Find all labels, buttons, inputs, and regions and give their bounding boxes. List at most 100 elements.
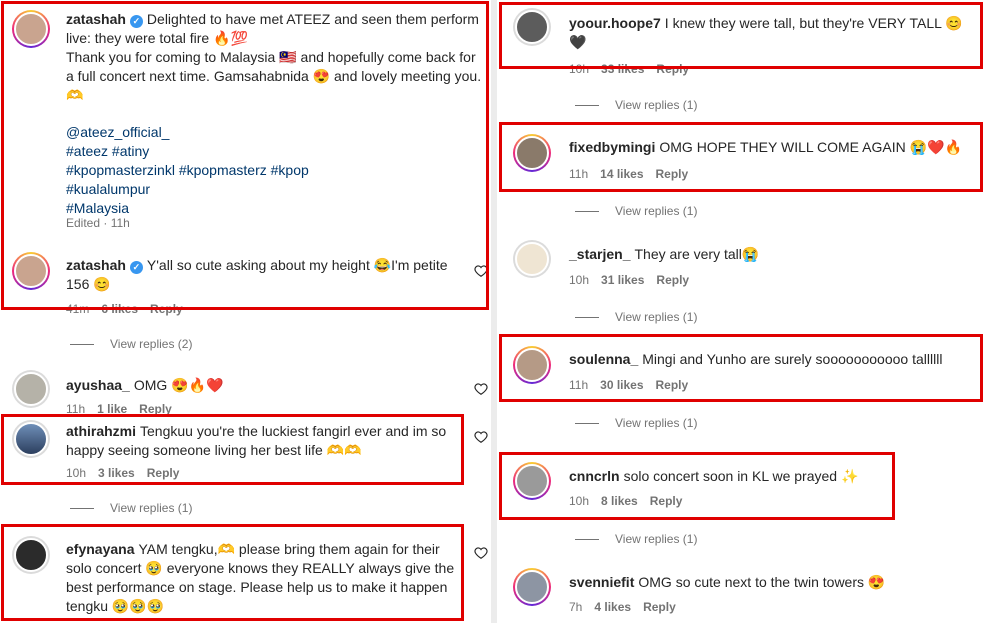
divider-line — [575, 423, 599, 425]
divider-line — [575, 105, 599, 107]
comment-meta: 41m 6 likes Reply — [66, 302, 195, 316]
verified-badge-icon: ✓ — [129, 261, 143, 274]
comment-svenniefit: svenniefit OMG so cute next to the twin t… — [497, 560, 1000, 623]
view-replies-label: View replies (1) — [615, 532, 698, 546]
comment-athirahzmi: athirahzmi Tengkuu you're the luckiest fa… — [0, 416, 491, 486]
comment-text-line: Delighted to have met ATEEZ and seen the… — [146, 11, 479, 27]
username[interactable]: zatashah — [66, 11, 126, 27]
view-replies-button[interactable]: View replies (1) — [575, 310, 697, 324]
comment-ayushaa: ayushaa_ OMG 😍🔥❤️ 11h 1 like Reply — [0, 364, 491, 416]
comment-text-line: tengku 🥹🥹🥹 — [66, 598, 165, 614]
view-replies-button[interactable]: View replies (1) — [575, 416, 697, 430]
view-replies-button[interactable]: View replies (2) — [70, 337, 192, 351]
username[interactable]: yoour.hoope7 — [569, 15, 661, 31]
comment-meta: 11h 14 likes Reply — [569, 167, 700, 181]
likes-count[interactable]: 31 likes — [601, 273, 644, 287]
comment-meta: 10h 31 likes Reply — [569, 273, 701, 287]
comment-zatashah-reply: zatashah ✓ Y'all so cute asking about my h… — [0, 246, 491, 316]
likes-count[interactable]: 1 like — [97, 402, 127, 416]
avatar[interactable] — [513, 134, 551, 172]
comment-body: zatashah ✓ Delighted to have met ATEEZ and… — [66, 10, 486, 218]
comment-text-line: happy seeing someone living her best lif… — [66, 442, 362, 458]
view-replies-button[interactable]: View replies (1) — [575, 98, 697, 112]
reply-button[interactable]: Reply — [147, 466, 180, 480]
avatar[interactable] — [12, 252, 50, 290]
comment-cnncrln: cnncrln solo concert soon in KL we prayed… — [497, 454, 1000, 518]
comment-yoour-hoope7: yoour.hoope7 I knew they were tall, but t… — [497, 0, 1000, 76]
comment-time: 41m — [66, 302, 90, 316]
like-heart-icon[interactable] — [474, 264, 488, 278]
avatar[interactable] — [12, 420, 50, 458]
like-heart-icon[interactable] — [474, 382, 488, 396]
username[interactable]: cnncrln — [569, 468, 620, 484]
comment-text-line: Tengkuu you're the luckiest fangirl ever… — [140, 423, 447, 439]
comment-time: 11h — [569, 378, 589, 392]
avatar[interactable] — [513, 8, 551, 46]
reply-button[interactable]: Reply — [643, 600, 676, 614]
reply-button[interactable]: Reply — [650, 494, 683, 508]
like-heart-icon[interactable] — [474, 546, 488, 560]
view-replies-button[interactable]: View replies (1) — [70, 501, 192, 515]
reply-button[interactable]: Reply — [656, 273, 689, 287]
comment-text-line: best performance on stage. Please help u… — [66, 579, 448, 595]
comment-text: solo concert soon in KL we prayed ✨ — [623, 468, 859, 484]
comment-meta: 10h 33 likes Reply — [569, 62, 701, 76]
likes-count[interactable]: 8 likes — [601, 494, 638, 508]
username[interactable]: svenniefit — [569, 574, 634, 590]
reply-button[interactable]: Reply — [656, 378, 689, 392]
reply-button[interactable]: Reply — [656, 62, 689, 76]
avatar[interactable] — [513, 240, 551, 278]
divider-line — [575, 317, 599, 319]
comment-text-line: Thank you for coming to Malaysia 🇲🇾 and … — [66, 49, 476, 65]
username[interactable]: athirahzmi — [66, 423, 136, 439]
view-replies-label: View replies (1) — [110, 501, 193, 515]
avatar[interactable] — [513, 568, 551, 606]
avatar[interactable] — [513, 462, 551, 500]
username[interactable]: ayushaa_ — [66, 377, 130, 393]
comment-efynayana: efynayana YAM tengku,🫶 please bring them … — [0, 528, 491, 623]
likes-count[interactable]: 30 likes — [600, 378, 643, 392]
comment-text-line: a full concert next time. Gamsahabnida 😍… — [66, 68, 482, 84]
comment-time: 10h — [66, 466, 87, 480]
view-replies-label: View replies (1) — [615, 98, 698, 112]
avatar[interactable] — [12, 536, 50, 574]
username[interactable]: efynayana — [66, 541, 134, 557]
divider-line — [70, 344, 94, 346]
username[interactable]: _starjen_ — [569, 246, 630, 262]
avatar[interactable] — [12, 370, 50, 408]
comment-soulenna: soulenna_ Mingi and Yunho are surely sooo… — [497, 336, 1000, 402]
hashtag-link[interactable]: #ateez #atiny — [66, 142, 486, 161]
likes-count[interactable]: 3 likes — [98, 466, 135, 480]
comment-body: yoour.hoope7 I knew they were tall, but t… — [569, 14, 989, 52]
comment-body: zatashah ✓ Y'all so cute asking about my h… — [66, 256, 466, 294]
comment-body: svenniefit OMG so cute next to the twin t… — [569, 573, 885, 592]
view-replies-button[interactable]: View replies (1) — [575, 204, 697, 218]
comment-meta: 11h 30 likes Reply — [569, 378, 700, 392]
reply-button[interactable]: Reply — [656, 167, 689, 181]
comment-meta: 7h 4 likes Reply — [569, 600, 688, 614]
username[interactable]: zatashah — [66, 257, 126, 273]
comment-time: 11h — [569, 167, 589, 181]
reply-button[interactable]: Reply — [150, 302, 183, 316]
reply-button[interactable]: Reply — [139, 402, 172, 416]
likes-count[interactable]: 4 likes — [594, 600, 631, 614]
like-heart-icon[interactable] — [474, 430, 488, 444]
comment-text-line: live: they were total fire 🔥💯 — [66, 30, 248, 46]
divider-line — [575, 539, 599, 541]
username[interactable]: soulenna_ — [569, 351, 638, 367]
mention-link[interactable]: @ateez_official_ — [66, 123, 486, 142]
comment-text-line: I knew they were tall, but they're VERY … — [664, 15, 963, 31]
likes-count[interactable]: 6 likes — [101, 302, 138, 316]
likes-count[interactable]: 14 likes — [600, 167, 643, 181]
avatar[interactable] — [513, 346, 551, 384]
view-replies-label: View replies (1) — [615, 204, 698, 218]
likes-count[interactable]: 33 likes — [601, 62, 644, 76]
username[interactable]: fixedbymingi — [569, 139, 655, 155]
comment-starjen: _starjen_ They are very tall😭 10h 31 likes… — [497, 232, 1000, 298]
comment-body: _starjen_ They are very tall😭 — [569, 245, 759, 264]
comment-time: 10h — [569, 62, 590, 76]
view-replies-button[interactable]: View replies (1) — [575, 532, 697, 546]
avatar[interactable] — [12, 10, 50, 48]
hashtag-link[interactable]: #kpopmasterzinkl #kpopmasterz #kpop — [66, 161, 486, 180]
hashtag-link[interactable]: #kualalumpur — [66, 180, 486, 199]
